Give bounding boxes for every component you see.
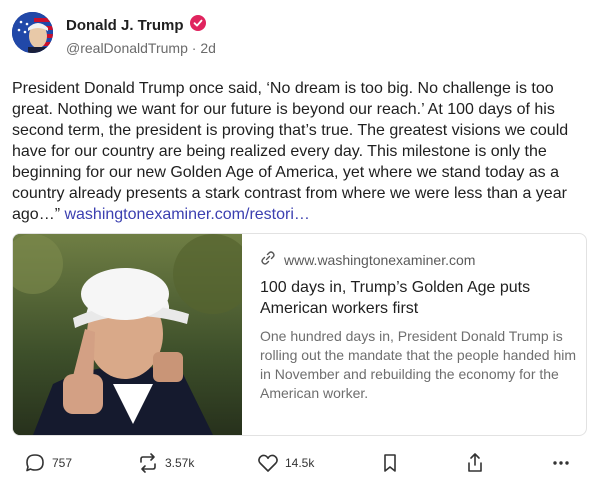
card-title: 100 days in, Trump’s Golden Age puts Ame… xyxy=(260,279,531,317)
author-handle[interactable]: @realDonaldTrump xyxy=(66,40,188,56)
post-body-link[interactable]: washingtonexaminer.com/restori… xyxy=(64,206,309,223)
reply-button[interactable]: 757 xyxy=(24,452,72,474)
repost-icon xyxy=(137,452,159,474)
card-domain: www.washingtonexaminer.com xyxy=(284,251,476,268)
like-button[interactable]: 14.5k xyxy=(257,452,314,474)
author-name[interactable]: Donald J. Trump xyxy=(66,17,184,34)
post: Donald J. Trump @realDonaldTrump · 2d Pr… xyxy=(0,0,604,490)
card-image xyxy=(13,234,242,435)
link-preview-card[interactable]: www.washingtonexaminer.com 100 days in, … xyxy=(12,233,587,436)
post-time[interactable]: 2d xyxy=(200,40,216,56)
more-button[interactable] xyxy=(550,452,572,474)
post-body-text: President Donald Trump once said, ‘No dr… xyxy=(12,80,569,223)
repost-count: 3.57k xyxy=(165,456,195,470)
verified-icon xyxy=(189,15,206,36)
share-icon xyxy=(464,452,486,474)
bookmark-button[interactable] xyxy=(380,452,400,474)
link-icon xyxy=(260,250,276,269)
author-row: Donald J. Trump xyxy=(66,15,206,36)
more-icon xyxy=(550,452,572,474)
share-button[interactable] xyxy=(464,452,486,474)
meta-separator: · xyxy=(191,40,197,56)
reply-icon xyxy=(24,452,46,474)
reply-count: 757 xyxy=(52,456,73,470)
action-bar: 757 3.57k 14.5k xyxy=(0,452,604,482)
card-body: www.washingtonexaminer.com 100 days in, … xyxy=(260,250,576,403)
like-icon xyxy=(257,452,279,474)
card-description: One hundred days in, President Donald Tr… xyxy=(260,328,577,401)
avatar[interactable] xyxy=(12,12,53,53)
card-domain-row: www.washingtonexaminer.com xyxy=(260,250,576,269)
like-count: 14.5k xyxy=(285,456,315,470)
author-meta: @realDonaldTrump · 2d xyxy=(66,40,216,56)
post-body: President Donald Trump once said, ‘No dr… xyxy=(12,78,596,225)
bookmark-icon xyxy=(380,452,400,474)
repost-button[interactable]: 3.57k xyxy=(137,452,194,474)
